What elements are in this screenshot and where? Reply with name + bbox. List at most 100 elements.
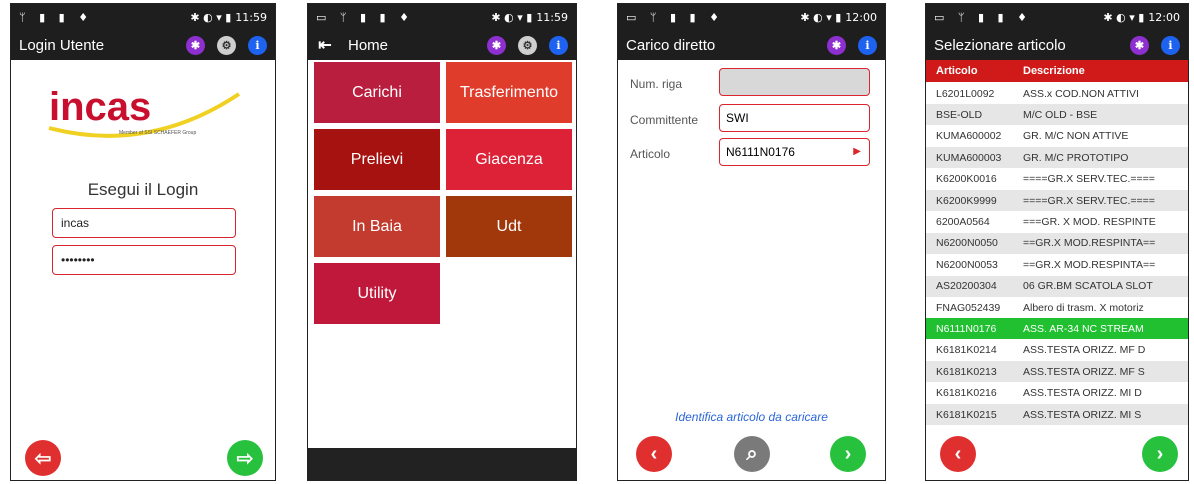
articolo-cell: K6181K0213 (936, 365, 997, 378)
descrizione-cell: ASS.TESTA ORIZZ. MF S (1023, 365, 1145, 378)
tile-label: Prelievi (350, 150, 404, 168)
svg-text:incas: incas (49, 85, 151, 129)
articolo-cell: KUMA600002 (936, 130, 1002, 143)
tile-giacenza[interactable]: Giacenza (446, 129, 572, 190)
descrizione-cell: ASS.TESTA ORIZZ. MI S (1023, 408, 1142, 421)
info-icon[interactable]: i (549, 35, 568, 55)
login-button[interactable]: ⇨ (227, 440, 263, 476)
chevron-right-icon: › (1156, 442, 1164, 465)
table-row[interactable]: K6200K0016 ====GR.X SERV.TEC.==== (926, 169, 1188, 190)
chevron-left-icon: ‹ (954, 442, 962, 465)
tile-utility[interactable]: Utility (314, 263, 440, 324)
app-bar: ⇤ Home ✱ ⚙ i (308, 30, 576, 60)
status-icons-right: ✱ ◐ ▾ ▮ 12:00 (1103, 10, 1180, 24)
tile-udt[interactable]: Udt (446, 196, 572, 257)
chevron-right-icon: › (844, 442, 852, 465)
status-time: 11:59 (536, 10, 568, 24)
tile-prelievi[interactable]: Prelievi (314, 129, 440, 190)
table-row[interactable]: L6201L0092 ASS.x COD.NON ATTIVI (926, 83, 1188, 104)
password-input[interactable]: •••••••• (52, 245, 236, 275)
info-icon[interactable]: i (858, 35, 877, 55)
back-button[interactable]: ‹ (940, 436, 976, 472)
articolo-cell: N6200N0050 (936, 237, 998, 250)
bug-icon[interactable]: ✱ (186, 35, 205, 55)
descrizione-cell: 06 GR.BM SCATOLA SLOT (1023, 280, 1153, 293)
articolo-label: Articolo (630, 147, 671, 161)
descrizione-cell: ASS. AR-34 NC STREAM (1023, 322, 1144, 335)
descrizione-cell: ASS.TESTA ORIZZ. MI D (1023, 387, 1142, 400)
articolo-cell: L6201L0092 (936, 87, 995, 100)
status-icons-left: ▭ ᛘ ▮ ▮ ♦ (316, 10, 414, 24)
bug-icon[interactable]: ✱ (487, 35, 506, 55)
table-row[interactable]: BSE-OLD M/C OLD - BSE (926, 104, 1188, 126)
status-icons-left: ▭ ᛘ ▮ ▮ ♦ (934, 10, 1032, 24)
descrizione-cell: ===GR. X MOD. RESPINTE (1023, 215, 1156, 228)
articolo-cell: N6200N0053 (936, 258, 998, 271)
bug-icon[interactable]: ✱ (1130, 35, 1149, 55)
descrizione-cell: ====GR.X SERV.TEC.==== (1023, 173, 1155, 186)
next-button[interactable]: › (830, 436, 866, 472)
tile-trasferimento[interactable]: Trasferimento (446, 62, 572, 123)
descrizione-cell: ====GR.X SERV.TEC.==== (1023, 194, 1155, 207)
page-title: Carico diretto (626, 36, 716, 54)
table-row[interactable]: FNAG052439 Albero di trasm. X motoriz (926, 297, 1188, 318)
descrizione-cell: ASS.x COD.NON ATTIVI (1023, 87, 1139, 100)
articolo-cell: KUMA600003 (936, 151, 1002, 164)
page-title: Login Utente (19, 36, 105, 54)
login-screen: ᛘ ▮ ▮ ♦ ✱ ◐ ▾ ▮ 11:59 Login Utente ✱ ⚙ i… (10, 3, 276, 481)
exit-icon: ⇦ (34, 447, 52, 470)
articolo-cell: N6111N0176 (936, 322, 997, 335)
status-bar: ▭ ᛘ ▮ ▮ ♦ ✱ ◐ ▾ ▮ 11:59 (308, 4, 576, 30)
table-row[interactable]: N6200N0053 ==GR.X MOD.RESPINTA== (926, 254, 1188, 275)
table-row[interactable]: N6200N0050 ==GR.X MOD.RESPINTA== (926, 232, 1188, 254)
info-icon[interactable]: i (248, 35, 267, 55)
username-input[interactable]: incas (52, 208, 236, 238)
articolo-cell: K6200K0016 (936, 173, 997, 186)
status-icons-left: ▭ ᛘ ▮ ▮ ♦ (626, 10, 724, 24)
committente-label: Committente (630, 113, 699, 127)
table-row[interactable]: K6181K0213 ASS.TESTA ORIZZ. MF S (926, 361, 1188, 383)
descrizione-cell: ==GR.X MOD.RESPINTA== (1023, 237, 1156, 250)
column-header-articolo: Articolo (936, 65, 978, 77)
tile-in-baia[interactable]: In Baia (314, 196, 440, 257)
table-row[interactable]: K6181K0214 ASS.TESTA ORIZZ. MF D (926, 340, 1188, 361)
bug-icon[interactable]: ✱ (827, 35, 846, 55)
table-row[interactable]: KUMA600003 GR. M/C PROTOTIPO (926, 147, 1188, 169)
descrizione-cell: GR. M/C PROTOTIPO (1023, 151, 1129, 164)
committente-field[interactable]: SWI (719, 104, 870, 132)
articolo-cell: 6200A0564 (936, 215, 990, 228)
gear-icon[interactable]: ⚙ (518, 35, 537, 55)
tile-label: Giacenza (475, 150, 543, 168)
tile-label: Udt (496, 217, 522, 235)
status-bar: ᛘ ▮ ▮ ♦ ✱ ◐ ▾ ▮ 11:59 (11, 4, 275, 30)
exit-button[interactable]: ⇦ (25, 440, 61, 476)
table-row[interactable]: K6200K9999 ====GR.X SERV.TEC.==== (926, 190, 1188, 211)
dropdown-arrow-icon[interactable]: ▶ (853, 146, 861, 157)
table-row[interactable]: K6181K0215 ASS.TESTA ORIZZ. MI S (926, 404, 1188, 425)
table-row[interactable]: 6200A0564 ===GR. X MOD. RESPINTE (926, 211, 1188, 232)
table-row[interactable]: KUMA600002 GR. M/C NON ATTIVE (926, 126, 1188, 147)
descrizione-cell: ASS.TESTA ORIZZ. MF D (1023, 344, 1146, 357)
descrizione-cell: ==GR.X MOD.RESPINTA== (1023, 258, 1156, 271)
search-button[interactable]: ⌕ (734, 436, 770, 472)
tile-carichi[interactable]: Carichi (314, 62, 440, 123)
back-button[interactable]: ‹ (636, 436, 672, 472)
page-title: Home (348, 36, 389, 54)
gear-icon[interactable]: ⚙ (217, 35, 236, 55)
login-icon: ⇨ (236, 447, 254, 470)
app-bar: Carico diretto ✱ i (618, 30, 885, 60)
descrizione-cell: Albero di trasm. X motoriz (1023, 301, 1144, 314)
table-row[interactable]: N6111N0176 ASS. AR-34 NC STREAM (926, 318, 1188, 340)
carico-screen: ▭ ᛘ ▮ ▮ ♦ ✱ ◐ ▾ ▮ 12:00 Carico diretto ✱… (617, 3, 886, 481)
table-row[interactable]: K6181K0216 ASS.TESTA ORIZZ. MI D (926, 383, 1188, 404)
descrizione-cell: GR. M/C NON ATTIVE (1023, 130, 1129, 143)
info-icon[interactable]: i (1161, 35, 1180, 55)
table-header: Articolo Descrizione (926, 60, 1188, 82)
logout-icon[interactable]: ⇤ (316, 36, 334, 55)
articolo-cell: K6181K0215 (936, 408, 997, 421)
navigation-bar (308, 448, 576, 480)
table-row[interactable]: AS20200304 06 GR.BM SCATOLA SLOT (926, 275, 1188, 297)
descrizione-cell: M/C OLD - BSE (1023, 108, 1098, 121)
next-button[interactable]: › (1142, 436, 1178, 472)
articolo-field[interactable]: N6111N0176 ▶ (719, 138, 870, 166)
